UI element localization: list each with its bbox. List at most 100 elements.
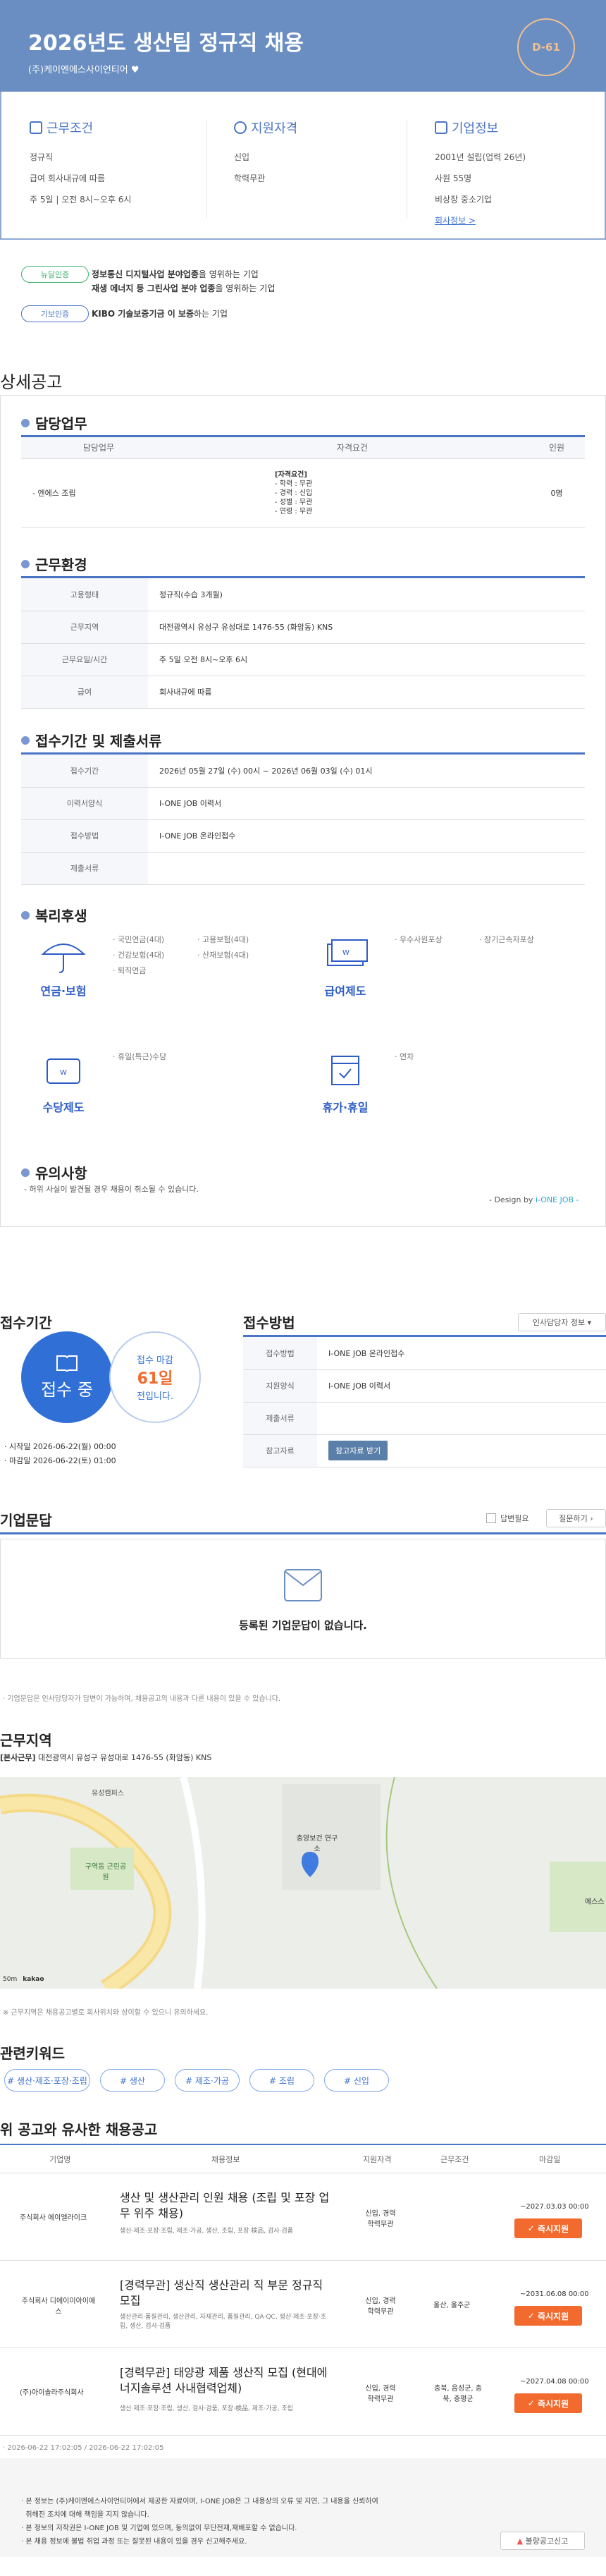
related-header: 기업명 채용정보 지원자격 근무조건 마감일: [0, 2145, 606, 2173]
notice-box: · 본 정보는 (주)케이엔에스사이언티어에서 제공한 자료이며, I-ONE …: [0, 2458, 606, 2557]
benefit-pension: 연금·보험: [21, 934, 106, 999]
related-company[interactable]: 주식회사 에이엘라이크: [20, 2211, 87, 2222]
qa-title: 기업문답: [0, 1512, 52, 1529]
quick-apply-button[interactable]: ✓ 즉시지원: [514, 2218, 582, 2238]
caution-heading: 유의사항: [21, 1162, 87, 1183]
manager-info-button[interactable]: 인사담당자 정보 ▾: [518, 1313, 606, 1331]
map-footer: 50m kakao: [3, 1976, 44, 1983]
related-qual: 신입, 경력 학력무관: [365, 2385, 396, 2403]
related-row[interactable]: (주)아이솔라주식회사 [경력무관] 태양광 제품 생산직 모집 (현대에너지솔…: [0, 2348, 606, 2436]
dday-badge: D-61: [517, 18, 575, 76]
map-canvas[interactable]: [0, 1777, 606, 1989]
benefit-list: · 장기근속자포상: [479, 935, 534, 944]
row-value: I-ONE JOB 이력서: [317, 1369, 606, 1403]
related-company[interactable]: (주)아이솔라주식회사: [20, 2386, 84, 2397]
related-job-title[interactable]: 생산 및 생산관리 인원 채용 (조립 및 포장 업무 위주 채용): [120, 2190, 331, 2221]
related-row[interactable]: 주식회사 에이엘라이크 생산 및 생산관리 인원 채용 (조립 및 포장 업무 …: [0, 2173, 606, 2261]
row-key: 이력서양식: [21, 787, 148, 820]
row-key: 접수방법: [243, 1337, 317, 1370]
company-name[interactable]: (주)케이엔에스사이언티어 ♥: [28, 62, 140, 75]
row-key: 고용형태: [21, 578, 148, 611]
bullet-icon: [21, 1168, 30, 1177]
keyword-tag[interactable]: # 신입: [324, 2069, 389, 2092]
badge-description: 재생 에너지 등 그린사업 분야 업종을 영위하는 기업: [92, 283, 276, 293]
related-row[interactable]: 주식회사 디에이이아이에스 [경력무관] 생산직 생산관리 직 부문 정규직 모…: [0, 2261, 606, 2348]
keyword-tag[interactable]: # 생산·제조·포장·조립: [4, 2069, 90, 2092]
report-button[interactable]: ▲ 불량공고신고: [500, 2532, 585, 2550]
row-value: [148, 852, 585, 885]
money-icon: W: [327, 939, 368, 966]
answer-needed-filter[interactable]: 답변필요: [486, 1513, 528, 1524]
company-info-line: 사원 55명: [435, 173, 472, 183]
benefit-list: · 휴일(특근)수당: [113, 1052, 167, 1061]
location-note: ※ 근무지역은 채용공고별로 회사위치와 상이할 수 있으니 유의하세요.: [3, 2009, 209, 2017]
row-key: 급여: [21, 676, 148, 709]
related-tags: 생산관리·품질관리, 생산관리, 자재관리, 품질관리, QA·QC, 생산·제…: [120, 2314, 327, 2330]
apply-status-circle: 접수 중: [21, 1331, 113, 1423]
row-value: 주 5일 오전 8시~오후 6시: [148, 643, 585, 676]
download-button[interactable]: 참고자료 받기: [328, 1441, 388, 1460]
detail-title: 상세공고: [0, 372, 63, 392]
quick-apply-button[interactable]: ✓ 즉시지원: [514, 2306, 582, 2326]
condition-line: 정규직: [30, 152, 54, 162]
benefit-list: · 국민연금(4대) · 건강보험(4대) · 퇴직연금: [113, 935, 165, 975]
keyword-tag[interactable]: # 생산: [100, 2069, 165, 2092]
benefit-salary: W 급여제도: [303, 934, 388, 999]
row-key: 참고자료: [243, 1434, 317, 1467]
newdeal-badge: 뉴딜인증: [21, 266, 89, 283]
related-job-title[interactable]: [경력무관] 생산직 생산관리 직 부문 정규직 모집: [120, 2278, 331, 2309]
map-label: 충양보건 연구소: [296, 1835, 338, 1853]
keyword-tag[interactable]: # 제조·가공: [175, 2069, 240, 2092]
heart-icon[interactable]: ♥: [131, 65, 140, 75]
condition-line: 급여 회사내규에 따름: [30, 173, 105, 183]
benefit-label: 연금·보험: [40, 984, 87, 998]
apply-method-title: 접수방법: [243, 1314, 295, 1331]
quick-apply-button[interactable]: ✓ 즉시지원: [514, 2393, 582, 2413]
related-job-title[interactable]: [경력무관] 태양광 제품 생산직 모집 (현대에너지솔루션 사내협력업체): [120, 2365, 331, 2396]
benefit-list: · 고용보험(4대) · 산재보험(4대): [197, 935, 249, 960]
checkbox[interactable]: [486, 1513, 496, 1523]
notice-text: · 본 정보는 (주)케이엔에스사이언티어에서 제공한 자료이며, I-ONE …: [21, 2498, 378, 2546]
benefit-list: · 연차: [395, 1052, 414, 1061]
benefit-list: · 우수사원포상: [395, 935, 443, 944]
kibo-badge: 기보인증: [21, 305, 89, 322]
table-header: 자격요건: [176, 437, 528, 459]
req-line: - 경력 : 신입: [275, 489, 313, 497]
qa-note: · 기업문답은 인사담당자가 답변이 가능하며, 채용공고의 내용과 다른 내용…: [3, 1695, 281, 1703]
end-date: · 마감일 2026-06-22(토) 01:00: [4, 1456, 116, 1465]
ask-question-button[interactable]: 질문하기 ›: [546, 1509, 606, 1527]
design-credit: - Design by i-ONE JOB -: [489, 1195, 579, 1204]
related-deadline: ~2027.03.03 00:00: [520, 2203, 589, 2211]
user-icon: [234, 121, 247, 134]
remain-label: 접수 마감: [137, 1355, 173, 1366]
environment-table: 고용형태 정규직(수습 3개월) 근무지역 대전광역시 유성구 유성대로 1476-…: [21, 578, 585, 709]
bullet-icon: [21, 910, 30, 920]
row-key: 접수방법: [21, 819, 148, 853]
apply-dates: · 시작일 2026-06-22(월) 00:00 · 마감일 2026-06-…: [4, 1440, 116, 1468]
related-company[interactable]: 주식회사 디에이이아이에스: [20, 2295, 97, 2316]
summary-box: 근무조건 정규직 급여 회사내규에 따름 주 5일 | 오전 8시~오후 6시 …: [0, 92, 606, 240]
badge-description: 정보통신 디지털사업 분야업종을 영위하는 기업: [92, 269, 259, 279]
company-info-link[interactable]: 회사정보 >: [435, 210, 604, 231]
location-map[interactable]: 유성캠퍼스 구역동 근린공원 충양보건 연구소 에스스 50m kakao: [0, 1777, 606, 1989]
row-value: 정규직(수습 3개월): [148, 578, 585, 611]
document-icon: [30, 121, 42, 134]
related-qual: 신입, 경력 학력무관: [365, 2210, 396, 2228]
related-tags: 생산·제조·포장·조립, 생산, 검사·검품, 포장·検品, 제조·가공, 조립: [120, 2405, 293, 2412]
related-tags: 생산·제조·포장·조립, 제조·가공, 생산, 조립, 포장·検品, 검사·검품: [120, 2228, 293, 2235]
req-line: - 학력 : 무관: [275, 480, 313, 488]
company-info-column: 기업정보 2001년 설립(업력 26년) 사원 55명 비상장 중소기업 회사…: [435, 118, 604, 231]
period-heading: 접수기간 및 제출서류: [21, 730, 162, 750]
dates-note: · 2026-06-22 17:02:05 / 2026-06-22 17:02…: [3, 2444, 164, 2452]
conditions-column: 근무조건 정규직 급여 회사내규에 따름 주 5일 | 오전 8시~오후 6시: [30, 118, 199, 210]
wallet-icon: W: [47, 1058, 80, 1084]
related-qual: 신입, 경력 학력무관: [365, 2297, 396, 2316]
bullet-icon: [21, 559, 30, 568]
keyword-tag[interactable]: # 조립: [249, 2069, 314, 2092]
company-info-line: 비상장 중소기업: [435, 195, 493, 205]
duty-heading: 담당업무: [21, 413, 87, 433]
start-date: · 시작일 2026-06-22(월) 00:00: [4, 1442, 116, 1451]
badge-description: KIBO 기술보증기금 이 보증하는 기업: [92, 309, 228, 319]
remain-days: 61일: [137, 1370, 173, 1388]
bullet-icon: [21, 418, 30, 427]
